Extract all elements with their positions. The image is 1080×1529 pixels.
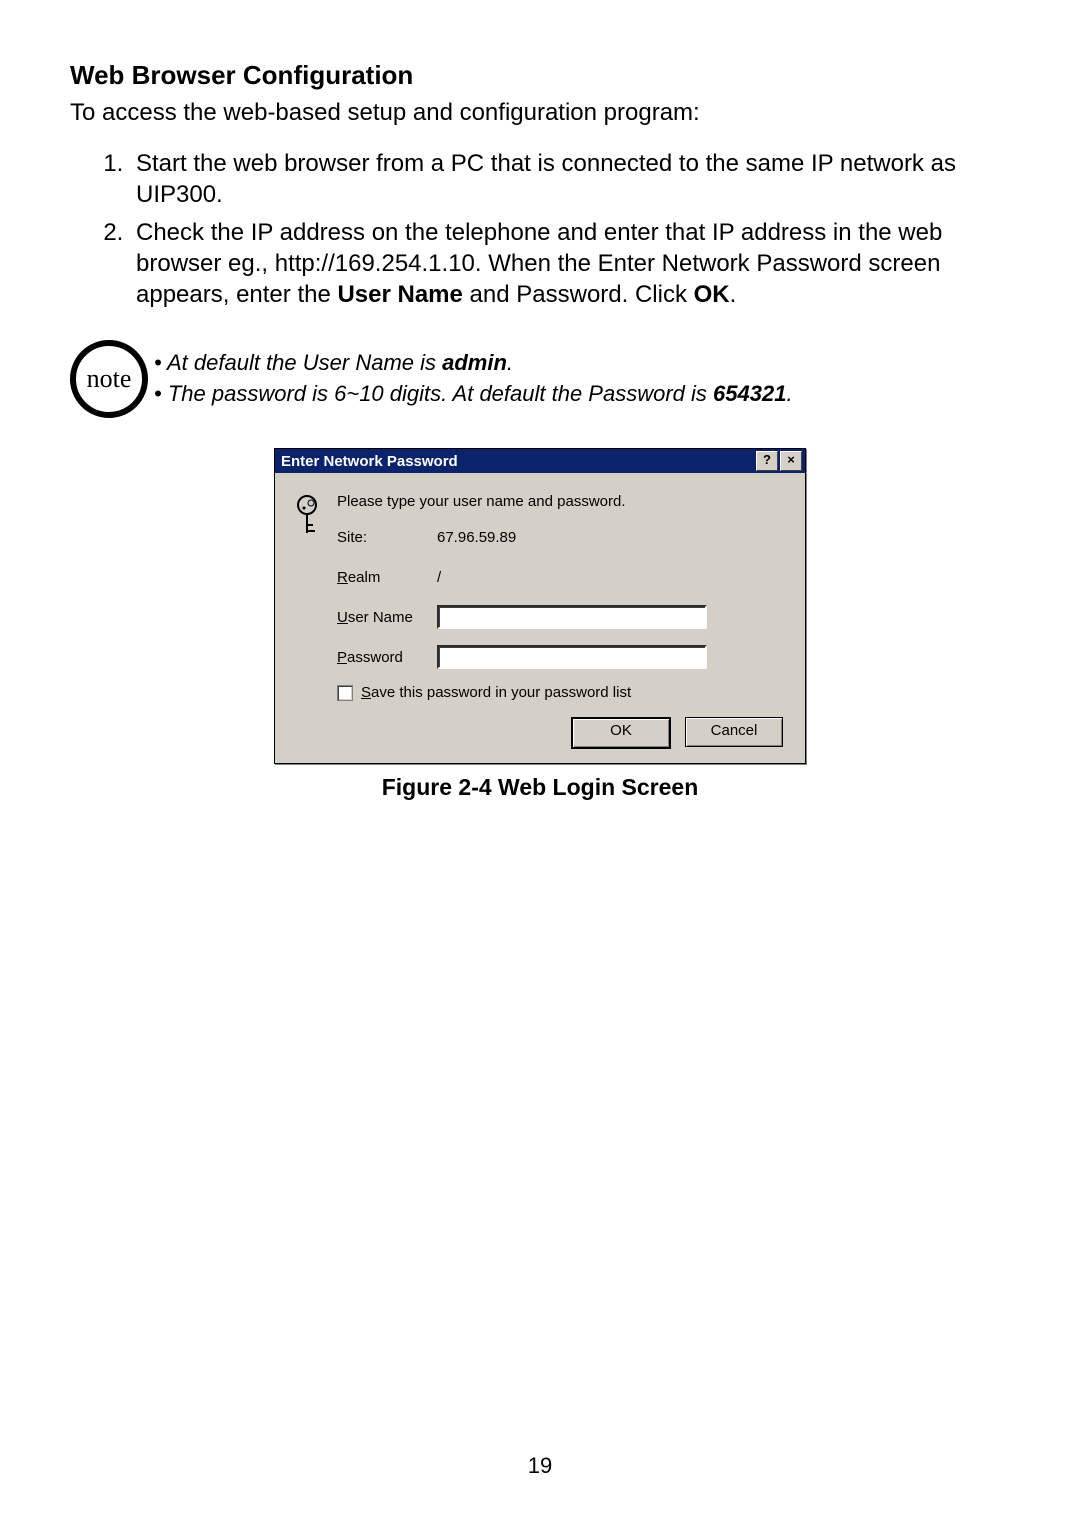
list-item: Start the web browser from a PC that is … (130, 148, 1010, 210)
note-text: . (507, 350, 513, 375)
password-row: Password (337, 644, 787, 670)
accel-letter: R (337, 569, 348, 586)
page-number: 19 (0, 1453, 1080, 1479)
password-input[interactable] (437, 645, 707, 669)
site-label: Site: (337, 529, 437, 546)
username-input[interactable] (437, 605, 707, 629)
note-block: note At default the User Name is admin. … (70, 340, 1010, 418)
note-text: At default the User Name is (167, 350, 442, 375)
realm-row: Realm / (337, 564, 787, 590)
note-line: At default the User Name is admin. (154, 348, 793, 379)
label-rest: ealm (348, 569, 381, 586)
dialog-figure: Enter Network Password ? × (70, 448, 1010, 764)
note-line: The password is 6~10 digits. At default … (154, 379, 793, 410)
dialog-title: Enter Network Password (281, 453, 458, 470)
username-label: User Name (337, 609, 437, 626)
titlebar-buttons: ? × (756, 451, 802, 471)
dialog-prompt: Please type your user name and password. (337, 493, 787, 510)
intro-text: To access the web-based setup and config… (70, 97, 1010, 128)
realm-label: Realm (337, 569, 437, 586)
note-text: . (786, 381, 792, 406)
instruction-list: Start the web browser from a PC that is … (70, 148, 1010, 310)
site-row: Site: 67.96.59.89 (337, 524, 787, 550)
save-password-checkbox[interactable] (337, 685, 353, 701)
dialog-titlebar: Enter Network Password ? × (275, 449, 805, 473)
label-rest: ave this password in your password list (371, 684, 631, 701)
step-text: . (730, 281, 737, 308)
section-heading: Web Browser Configuration (70, 60, 1010, 91)
ok-button[interactable]: OK (571, 717, 671, 749)
list-item: Check the IP address on the telephone an… (130, 217, 1010, 311)
label-rest: ser Name (348, 609, 413, 626)
realm-value: / (437, 569, 441, 586)
step-text-bold: User Name (337, 281, 462, 308)
note-badge: note (70, 340, 148, 418)
save-password-label: Save this password in your password list (361, 684, 631, 701)
accel-letter: P (337, 649, 347, 666)
step-text-bold: OK (694, 281, 730, 308)
label-rest: assword (347, 649, 403, 666)
note-text-bold: admin (442, 350, 507, 375)
figure-caption: Figure 2-4 Web Login Screen (70, 774, 1010, 801)
accel-letter: U (337, 609, 348, 626)
password-label: Password (337, 649, 437, 666)
dialog-body: Please type your user name and password.… (275, 473, 805, 763)
save-password-row: Save this password in your password list (337, 684, 787, 701)
dialog-button-row: OK Cancel (337, 717, 787, 749)
help-button[interactable]: ? (756, 451, 778, 471)
note-content: At default the User Name is admin. The p… (154, 348, 793, 410)
step-text: Start the web browser from a PC that is … (136, 150, 956, 208)
username-row: User Name (337, 604, 787, 630)
enter-network-password-dialog: Enter Network Password ? × (274, 448, 806, 764)
dialog-fields: Please type your user name and password.… (337, 493, 787, 749)
cancel-button[interactable]: Cancel (685, 717, 783, 747)
key-icon (293, 493, 337, 749)
note-text-bold: 654321 (713, 381, 786, 406)
document-page: Web Browser Configuration To access the … (0, 0, 1080, 1529)
close-button[interactable]: × (780, 451, 802, 471)
accel-letter: S (361, 684, 371, 701)
step-text: and Password. Click (463, 281, 694, 308)
site-value: 67.96.59.89 (437, 529, 516, 546)
note-text: The password is 6~10 digits. At default … (168, 381, 713, 406)
